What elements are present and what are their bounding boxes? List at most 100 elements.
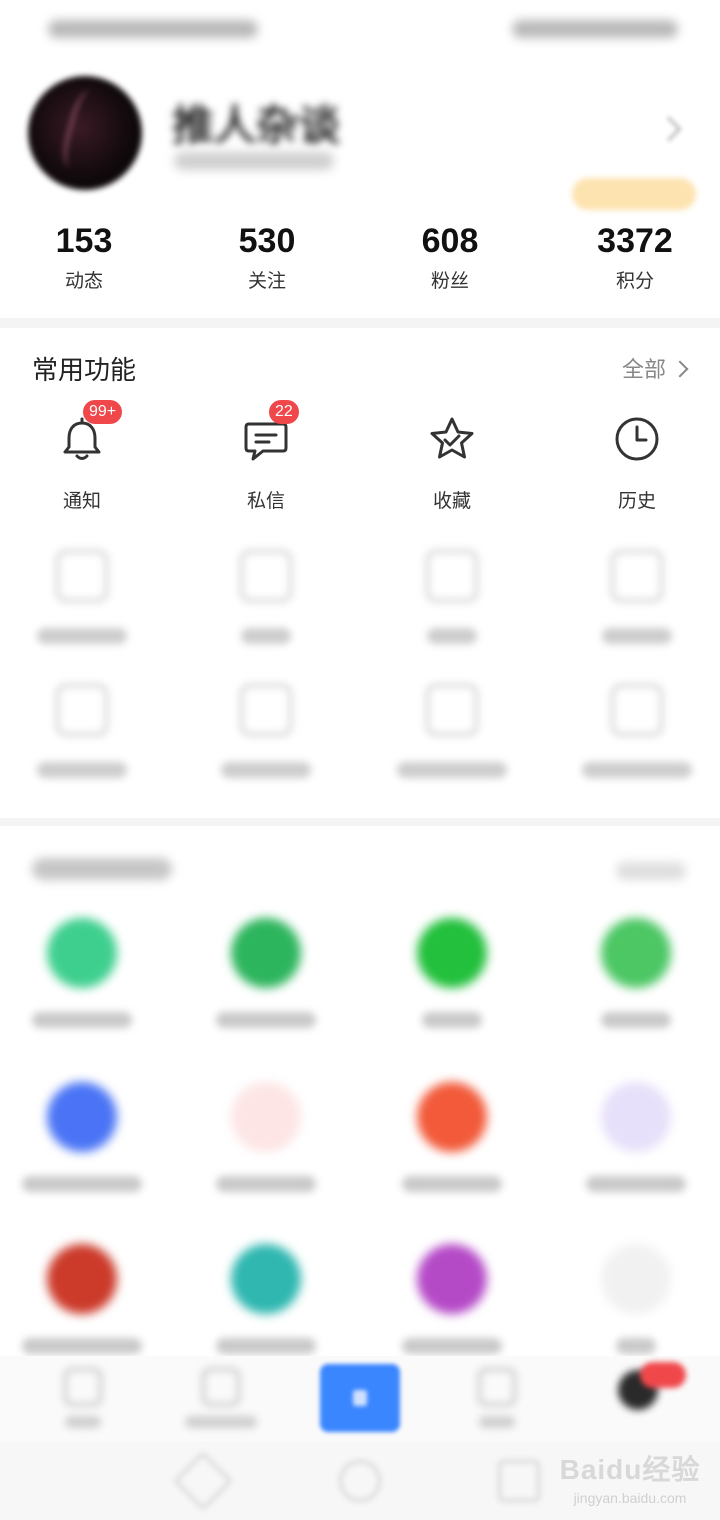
function-label: 私信 [246,491,285,512]
section-title [32,858,172,880]
username[interactable]: 推人杂谈 [172,92,340,153]
app-icon [417,918,487,988]
stat-value: 608 [421,222,479,260]
home-circle-icon[interactable] [339,1460,381,1502]
function-label: 收藏 [432,491,471,512]
app-label [216,1176,316,1192]
status-bar-right-info [512,20,678,38]
mini-app[interactable] [196,1244,336,1354]
app-icon [601,1082,671,1152]
mini-app[interactable] [196,918,336,1028]
tab-discover[interactable] [442,1368,552,1428]
blurred-icon [611,550,663,602]
star-icon [427,414,477,464]
stat-label: 粉丝 [430,271,469,292]
blurred-label [397,762,507,778]
play-icon [202,1368,240,1406]
app-icon [601,1244,671,1314]
watermark: Baidu经验 jingyan.baidu.com [550,1448,710,1506]
function-blurred[interactable] [17,684,147,778]
tab-label [479,1416,515,1428]
function-messages[interactable]: 22 私信 [201,400,331,513]
app-label [601,1012,671,1028]
blurred-icon [240,550,292,602]
mini-app[interactable] [382,1082,522,1192]
app-label [22,1176,142,1192]
mini-app[interactable] [382,1244,522,1354]
mini-app[interactable] [382,918,522,1028]
app-icon [47,1082,117,1152]
mini-app[interactable] [566,918,706,1028]
blurred-icon [56,550,108,602]
function-favorites[interactable]: 收藏 [387,414,517,513]
function-notifications[interactable]: 99+ 通知 [17,400,147,513]
app-icon [231,1082,301,1152]
function-blurred[interactable] [572,684,702,778]
app-icon [47,918,117,988]
stat-label: 积分 [615,271,654,292]
bottom-tab-bar [0,1356,720,1442]
publish-button[interactable] [320,1364,400,1432]
blurred-label [221,762,311,778]
stat-points[interactable]: 3372 积分 [565,220,705,293]
blurred-icon [56,684,108,736]
section-title: 常用功能 [32,355,137,385]
stat-label: 关注 [247,271,286,292]
app-label [402,1176,502,1192]
profile-subinfo [174,152,334,170]
app-icon [231,1244,301,1314]
app-icon [601,918,671,988]
app-label [586,1176,686,1192]
app-label [32,1012,132,1028]
view-all-link[interactable]: 全部 [622,352,686,384]
mini-app[interactable] [566,1082,706,1192]
function-blurred[interactable] [572,550,702,644]
app-icon [417,1244,487,1314]
tab-badge [640,1362,686,1388]
tab-home[interactable] [28,1368,138,1428]
stat-value: 3372 [597,222,673,260]
blurred-icon [240,684,292,736]
mini-app[interactable] [12,918,152,1028]
app-label [422,1012,482,1028]
app-label [402,1338,502,1354]
function-blurred[interactable] [201,684,331,778]
avatar[interactable] [28,76,142,190]
blurred-label [241,628,291,644]
function-label: 通知 [62,491,101,512]
function-blurred[interactable] [387,684,517,778]
blurred-label [427,628,477,644]
discover-icon [478,1368,516,1406]
stat-followers[interactable]: 608 粉丝 [380,220,520,293]
blurred-icon [426,550,478,602]
function-label: 历史 [617,491,656,512]
function-history[interactable]: 历史 [572,414,702,513]
function-blurred[interactable] [201,550,331,644]
mini-app[interactable] [196,1082,336,1192]
profile-header: 推人杂谈 153 动态 530 关注 608 粉丝 3372 积分 [0,60,720,318]
home-icon [64,1368,102,1406]
watermark-logo: Baidu经验 [559,1454,701,1485]
tab-video[interactable] [166,1368,276,1428]
recent-apps-icon[interactable] [498,1460,540,1502]
points-badge[interactable] [572,178,696,210]
view-all-link[interactable] [616,862,686,880]
blurred-label [37,628,127,644]
mini-programs-section [0,826,720,1366]
blurred-label [582,762,692,778]
common-functions-section: 常用功能 全部 99+ 通知 22 私信 收藏 历史 [0,328,720,818]
blurred-icon [611,684,663,736]
function-blurred[interactable] [17,550,147,644]
mini-app[interactable] [566,1244,706,1354]
mini-app[interactable] [12,1244,152,1354]
stat-following[interactable]: 530 关注 [197,220,337,293]
function-blurred[interactable] [387,550,517,644]
mini-app[interactable] [12,1082,152,1192]
blurred-icon [426,684,478,736]
stat-value: 153 [55,222,113,260]
chevron-right-icon[interactable] [656,116,682,142]
app-label [216,1338,316,1354]
stat-label: 动态 [64,271,103,292]
back-icon[interactable] [173,1451,233,1511]
stat-posts[interactable]: 153 动态 [14,220,154,293]
